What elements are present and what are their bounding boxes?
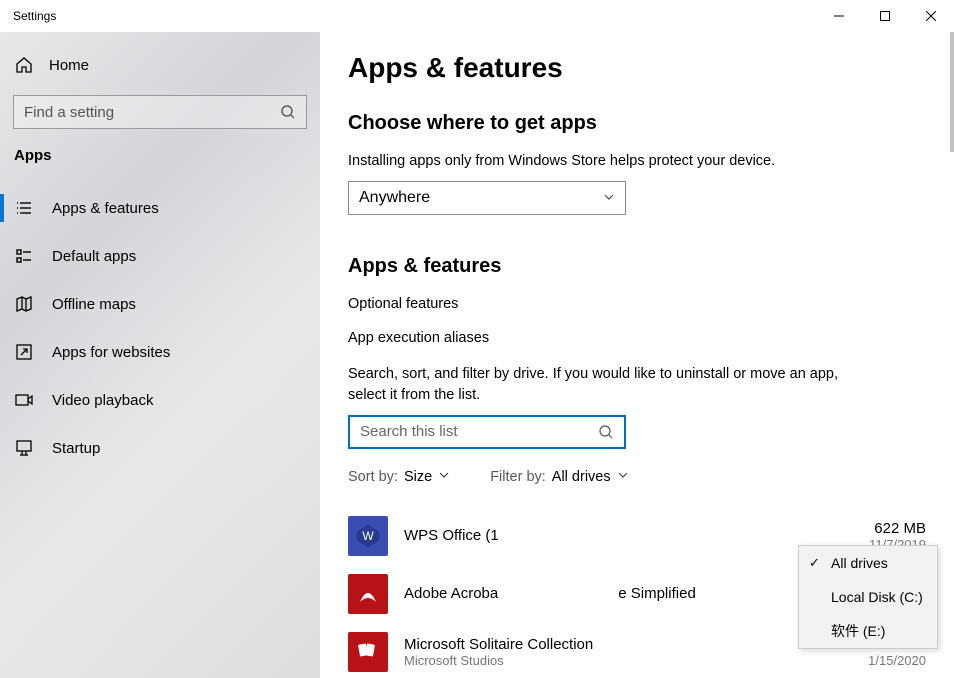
sidebar-item-apps-websites[interactable]: Apps for websites <box>0 328 320 376</box>
map-icon <box>14 294 34 314</box>
chevron-down-icon <box>438 469 450 485</box>
filter-dropdown-menu: All drives Local Disk (C:) 软件 (E:) <box>798 545 938 649</box>
app-list-search-input[interactable] <box>350 423 588 440</box>
defaults-icon <box>14 246 34 266</box>
sidebar-item-label: Video playback <box>52 392 153 409</box>
filter-value: All drives <box>552 469 611 485</box>
apps-features-heading: Apps & features <box>348 255 926 278</box>
app-date: 1/15/2020 <box>868 653 926 668</box>
sidebar-item-label: Apps for websites <box>52 344 170 361</box>
filter-option-local-disk-c[interactable]: Local Disk (C:) <box>799 580 937 614</box>
filter-option-drive-e[interactable]: 软件 (E:) <box>799 614 937 648</box>
filter-option-label: Local Disk (C:) <box>831 589 923 605</box>
open-icon <box>14 342 34 362</box>
home-icon <box>14 55 34 75</box>
list-icon <box>14 198 34 218</box>
choose-heading: Choose where to get apps <box>348 112 926 135</box>
app-size: 622 MB <box>869 520 926 537</box>
chevron-down-icon <box>603 191 615 206</box>
app-icon <box>348 632 388 672</box>
app-list-search[interactable] <box>348 415 626 449</box>
sidebar-item-label: Default apps <box>52 248 136 265</box>
search-icon <box>588 424 624 440</box>
minimize-button[interactable] <box>816 0 862 32</box>
apps-features-description: Search, sort, and filter by drive. If yo… <box>348 364 848 405</box>
filter-option-label: All drives <box>831 555 888 571</box>
maximize-button[interactable] <box>862 0 908 32</box>
install-source-dropdown[interactable]: Anywhere <box>348 181 626 215</box>
filter-option-label: 软件 (E:) <box>831 621 885 641</box>
search-icon <box>270 104 306 120</box>
video-icon <box>14 390 34 410</box>
chevron-down-icon <box>617 469 629 485</box>
app-icon: W <box>348 516 388 556</box>
sidebar-item-offline-maps[interactable]: Offline maps <box>0 280 320 328</box>
sidebar: Home Apps Apps & features Default apps <box>0 32 320 678</box>
sidebar-item-apps-features[interactable]: Apps & features <box>0 184 320 232</box>
filter-option-all-drives[interactable]: All drives <box>799 546 937 580</box>
sidebar-nav: Apps & features Default apps Offline map… <box>0 184 320 472</box>
sidebar-item-label: Apps & features <box>52 200 159 217</box>
svg-text:W: W <box>362 529 374 543</box>
sort-value: Size <box>404 469 432 485</box>
sidebar-item-video-playback[interactable]: Video playback <box>0 376 320 424</box>
sidebar-item-label: Startup <box>52 440 100 457</box>
window-title: Settings <box>13 9 56 23</box>
content-area: Apps & features Choose where to get apps… <box>320 32 954 678</box>
titlebar: Settings <box>0 0 954 32</box>
sort-label: Sort by: <box>348 469 398 485</box>
sort-by-dropdown[interactable]: Sort by: Size <box>348 469 450 485</box>
home-button[interactable]: Home <box>0 45 320 85</box>
close-button[interactable] <box>908 0 954 32</box>
sidebar-item-label: Offline maps <box>52 296 136 313</box>
choose-description: Installing apps only from Windows Store … <box>348 151 848 171</box>
startup-icon <box>14 438 34 458</box>
app-publisher: Microsoft Studios <box>404 653 868 668</box>
sidebar-search[interactable] <box>13 95 307 129</box>
scrollbar[interactable] <box>950 32 954 152</box>
home-label: Home <box>49 57 89 74</box>
window-controls <box>816 0 954 32</box>
app-icon <box>348 574 388 614</box>
app-name: WPS Office (1 <box>404 527 869 544</box>
sidebar-search-input[interactable] <box>14 104 270 121</box>
sidebar-section-label: Apps <box>0 147 320 164</box>
filter-by-dropdown[interactable]: Filter by: All drives <box>490 469 628 485</box>
sidebar-item-default-apps[interactable]: Default apps <box>0 232 320 280</box>
app-aliases-link[interactable]: App execution aliases <box>348 330 926 346</box>
dropdown-value: Anywhere <box>359 189 430 207</box>
filter-label: Filter by: <box>490 469 546 485</box>
sidebar-item-startup[interactable]: Startup <box>0 424 320 472</box>
optional-features-link[interactable]: Optional features <box>348 296 926 312</box>
page-title: Apps & features <box>348 52 926 84</box>
